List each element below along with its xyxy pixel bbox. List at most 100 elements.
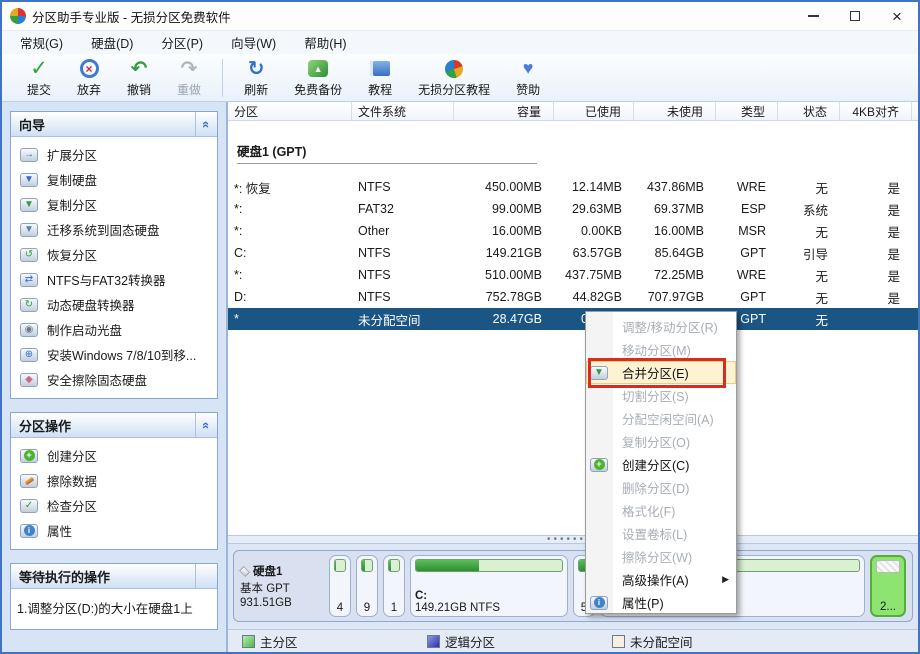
submenu-arrow-icon: ▶ xyxy=(722,574,729,585)
table-row[interactable]: *:Other16.00MB0.00KB16.00MBMSR无是 xyxy=(228,220,918,242)
disk-block-recovery[interactable]: 4 xyxy=(329,555,351,617)
close-button[interactable]: × xyxy=(876,2,918,30)
sidebar-item-check-partition[interactable]: ✓检查分区 xyxy=(11,493,217,518)
secure-erase-ssd-icon: ◆ xyxy=(20,373,38,387)
sidebar-item-copy-disk[interactable]: ▼复制硬盘 xyxy=(11,167,217,192)
disk-group-header: 硬盘1 (GPT) xyxy=(237,141,537,164)
create-partition-icon: + xyxy=(20,449,38,463)
col-unused[interactable]: 未使用 xyxy=(634,102,716,120)
legend-logical: 逻辑分区 xyxy=(427,632,612,651)
sidebar-item-recover-partition[interactable]: ↺恢复分区 xyxy=(11,242,217,267)
disk-block-esp[interactable]: 9 xyxy=(356,555,378,617)
table-row[interactable]: C:NTFS149.21GB63.57GB85.64GBGPT引导是 xyxy=(228,242,918,264)
sidebar-item-properties[interactable]: i属性 xyxy=(11,518,217,543)
create-partition-icon: + xyxy=(590,458,608,472)
sidebar-item-migrate-os[interactable]: ▼迁移系统到固态硬盘 xyxy=(11,217,217,242)
table-row[interactable]: *:NTFS510.00MB437.75MB72.25MBWRE无是 xyxy=(228,264,918,286)
chevron-up-icon: « xyxy=(199,120,214,127)
lossless-tutorial-button[interactable]: 无损分区教程 xyxy=(405,58,503,98)
col-partition[interactable]: 分区 xyxy=(228,102,352,120)
tutorial-button[interactable]: 教程 xyxy=(355,58,405,98)
sidebar-item-extend-partition[interactable]: →扩展分区 xyxy=(11,142,217,167)
col-spacer xyxy=(912,102,920,120)
pending-operation-item: 1.调整分区(D:)的大小在硬盘1上 xyxy=(11,589,217,629)
menu-item-properties[interactable]: i 属性(P) xyxy=(586,591,736,614)
copy-disk-icon: ▼ xyxy=(20,173,38,187)
commit-button[interactable]: ✓ 提交 xyxy=(14,58,64,98)
wizard-collapse-button[interactable]: « xyxy=(195,112,217,136)
lossless-tutorial-icon xyxy=(445,60,463,78)
disk1-info[interactable]: 硬盘1 基本 GPT 931.51GB xyxy=(240,555,324,617)
disk-block-c[interactable]: C:149.21GB NTFS xyxy=(410,555,568,617)
menu-item-advanced[interactable]: 高级操作(A) ▶ xyxy=(586,568,736,591)
undo-button[interactable]: ↶ 撤销 xyxy=(114,58,164,98)
disk-block-unallocated-selected[interactable]: 2... xyxy=(870,555,906,617)
col-filesystem[interactable]: 文件系统 xyxy=(352,102,454,120)
sidebar-item-create-partition[interactable]: +创建分区 xyxy=(11,443,217,468)
menu-general[interactable]: 常规(G) xyxy=(6,33,77,52)
sidebar-item-windows-to-go[interactable]: ⊕安装Windows 7/8/10到移... xyxy=(11,342,217,367)
sidebar: 向导 « →扩展分区 ▼复制硬盘 ▼复制分区 ▼迁移系统到固态硬盘 ↺恢复分区 … xyxy=(2,102,228,652)
pending-ops-collapse-button[interactable] xyxy=(195,564,217,588)
menu-item-create[interactable]: + 创建分区(C) xyxy=(586,453,736,476)
menu-item-resize-move: 调整/移动分区(R) xyxy=(586,315,736,338)
menu-item-wipe: 擦除分区(W) xyxy=(586,545,736,568)
legend-unallocated: 未分配空间 xyxy=(612,632,797,651)
maximize-button[interactable] xyxy=(834,2,876,30)
sidebar-item-ntfs-fat32[interactable]: ⇄NTFS与FAT32转换器 xyxy=(11,267,217,292)
sidebar-item-copy-partition[interactable]: ▼复制分区 xyxy=(11,192,217,217)
menu-wizard[interactable]: 向导(W) xyxy=(217,33,290,52)
sidebar-item-dynamic-disk[interactable]: ↻动态硬盘转换器 xyxy=(11,292,217,317)
wizard-panel-title: 向导 xyxy=(19,115,45,134)
disk1-row: 硬盘1 基本 GPT 931.51GB 4 9 1 xyxy=(233,550,913,622)
donate-button[interactable]: ♥ 赞助 xyxy=(503,58,553,98)
col-capacity[interactable]: 容量 xyxy=(454,102,554,120)
app-window: 分区助手专业版 - 无损分区免费软件 × 常规(G) 硬盘(D) 分区(P) 向… xyxy=(0,0,920,654)
sidebar-item-secure-erase[interactable]: ◆安全擦除固态硬盘 xyxy=(11,367,217,392)
table-row[interactable]: D:NTFS752.78GB44.82GB707.97GBGPT无是 xyxy=(228,286,918,308)
free-backup-button[interactable]: ▲ 免费备份 xyxy=(281,58,355,98)
discard-button[interactable]: × 放弃 xyxy=(64,58,114,98)
maximize-icon xyxy=(850,11,860,21)
title-bar: 分区助手专业版 - 无损分区免费软件 × xyxy=(2,2,918,30)
primary-partition-swatch xyxy=(242,635,255,648)
menu-item-split: 切割分区(S) xyxy=(586,384,736,407)
commit-check-icon: ✓ xyxy=(30,56,48,81)
col-4k-align[interactable]: 4KB对齐 xyxy=(840,102,912,120)
table-row[interactable]: *: 恢复NTFS450.00MB12.14MB437.86MBWRE无是 xyxy=(228,176,918,198)
context-menu: 调整/移动分区(R) 移动分区(M) ▼ 合并分区(E) 切割分区(S) 分配空… xyxy=(585,311,737,614)
table-row-selected-unallocated[interactable]: *未分配空间28.47GB0.00KB28.47GBGPT无 xyxy=(228,308,918,330)
legend-primary: 主分区 xyxy=(242,632,427,651)
minimize-button[interactable] xyxy=(792,2,834,30)
copy-partition-icon: ▼ xyxy=(20,198,38,212)
windows-to-go-icon: ⊕ xyxy=(20,348,38,362)
table-header: 分区 文件系统 容量 已使用 未使用 类型 状态 4KB对齐 xyxy=(228,102,918,121)
sidebar-item-bootable-cd[interactable]: ◉制作启动光盘 xyxy=(11,317,217,342)
table-row[interactable]: *:FAT3299.00MB29.63MB69.37MBESP系统是 xyxy=(228,198,918,220)
menu-item-copy: 复制分区(O) xyxy=(586,430,736,453)
refresh-button[interactable]: ↻ 刷新 xyxy=(231,58,281,98)
menu-help[interactable]: 帮助(H) xyxy=(290,33,360,52)
donate-heart-icon: ♥ xyxy=(523,58,534,79)
menu-disk[interactable]: 硬盘(D) xyxy=(77,33,147,52)
sidebar-item-erase-data[interactable]: 擦除数据 xyxy=(11,468,217,493)
partition-ops-title: 分区操作 xyxy=(19,416,71,435)
pane-splitter[interactable]: •••••••• xyxy=(228,535,918,544)
col-type[interactable]: 类型 xyxy=(716,102,778,120)
properties-icon: i xyxy=(20,524,38,538)
menu-partition[interactable]: 分区(P) xyxy=(147,33,217,52)
menu-item-merge[interactable]: ▼ 合并分区(E) xyxy=(586,361,736,384)
minimize-icon xyxy=(808,15,819,17)
wizard-panel: 向导 « →扩展分区 ▼复制硬盘 ▼复制分区 ▼迁移系统到固态硬盘 ↺恢复分区 … xyxy=(10,111,218,399)
partition-ops-collapse-button[interactable]: « xyxy=(195,413,217,437)
col-status[interactable]: 状态 xyxy=(778,102,840,120)
col-used[interactable]: 已使用 xyxy=(554,102,634,120)
pending-ops-header: 等待执行的操作 xyxy=(11,564,217,589)
disk-icon xyxy=(239,566,250,577)
menu-item-allocate-free-space: 分配空闲空间(A) xyxy=(586,407,736,430)
properties-icon: i xyxy=(590,596,608,610)
disk-block-msr[interactable]: 1 xyxy=(383,555,405,617)
ntfs-fat32-converter-icon: ⇄ xyxy=(20,273,38,287)
menu-item-move: 移动分区(M) xyxy=(586,338,736,361)
toolbar: ✓ 提交 × 放弃 ↶ 撤销 ↷ 重做 ↻ 刷新 ▲ 免费备份 教程 xyxy=(2,54,918,102)
